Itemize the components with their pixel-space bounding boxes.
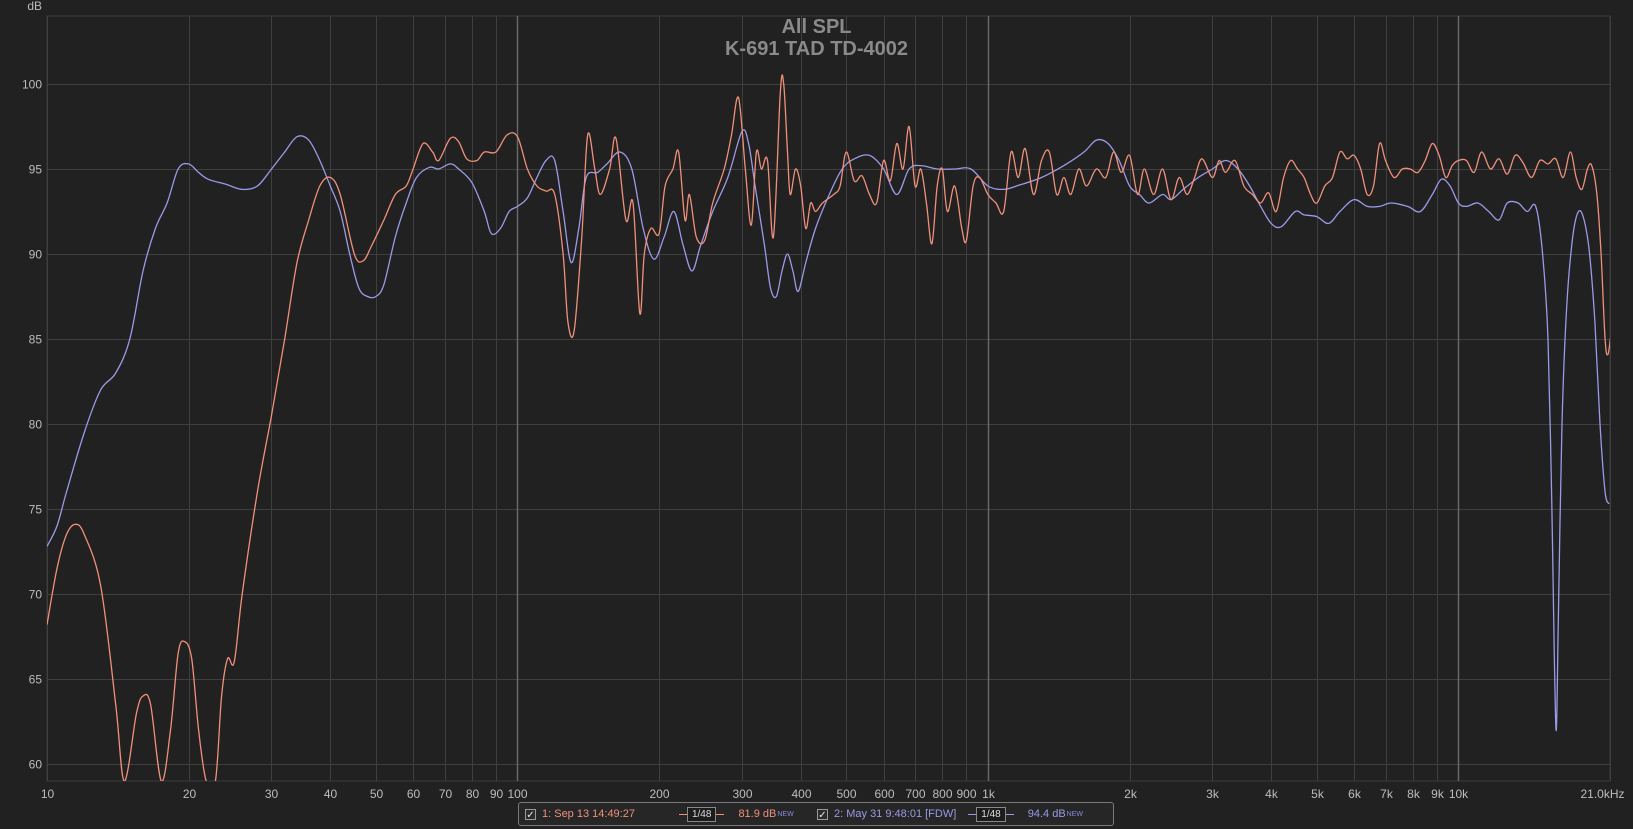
legend-1-level: 81.9 dB <box>738 808 777 820</box>
y-tick-label: 60 <box>29 758 43 772</box>
x-tick-label: 600 <box>874 787 894 801</box>
y-tick-label: 100 <box>22 78 42 92</box>
y-axis-label: dB <box>27 0 42 13</box>
x-tick-label: 90 <box>490 787 504 801</box>
x-tick-label: 80 <box>466 787 480 801</box>
legend-bar: ✓ 1: Sep 13 14:49:27 1/48 81.9 dB NEW ✓ … <box>518 802 1114 826</box>
y-tick-label: 75 <box>29 503 43 517</box>
y-tick-label: 95 <box>29 163 43 177</box>
y-tick-label: 80 <box>29 418 43 432</box>
x-tick-label: 700 <box>905 787 925 801</box>
x-tick-label: 10k <box>1449 787 1469 801</box>
x-tick-label: 40 <box>324 787 338 801</box>
legend-2-new-tag: NEW <box>1066 810 1084 818</box>
legend-2-level: 94.4 dB <box>1027 808 1066 820</box>
y-tick-label: 65 <box>29 673 43 687</box>
chart-subtitle: K-691 TAD TD-4002 <box>724 38 909 60</box>
x-tick-label: 60 <box>407 787 421 801</box>
x-tick-label: 8k <box>1407 787 1421 801</box>
x-tick-label: 800 <box>932 787 952 801</box>
legend-1-label: 1: Sep 13 14:49:27 <box>542 808 635 820</box>
x-tick-label: 10 <box>41 787 55 801</box>
series-line-2 <box>47 129 1610 732</box>
x-tick-label: 100 <box>507 787 527 801</box>
legend-entry-1[interactable]: ✓ 1: Sep 13 14:49:27 1/48 81.9 dB NEW <box>525 803 794 825</box>
x-tick-label: 1k <box>982 787 996 801</box>
legend-1-checkbox[interactable]: ✓ <box>525 808 536 821</box>
x-tick-label: 21.0kHz <box>1580 787 1624 801</box>
legend-1-smoothing[interactable]: 1/48 <box>678 806 726 822</box>
legend-2-smoothing[interactable]: 1/48 <box>968 806 1015 822</box>
x-tick-label: 900 <box>956 787 976 801</box>
legend-2-label: 2: May 31 9:48:01 [FDW] <box>834 808 957 820</box>
chart-tick-layer: 606570758085909510010 20 30 40 50 60 70 80 90 100… <box>22 0 1625 801</box>
x-tick-label: 7k <box>1380 787 1394 801</box>
x-tick-label: 20 <box>183 787 197 801</box>
x-tick-label: 2k <box>1124 787 1138 801</box>
legend-entry-2[interactable]: ✓ 2: May 31 9:48:01 [FDW] 1/48 94.4 dB N… <box>817 803 1083 825</box>
legend-1-new-tag: NEW <box>777 810 794 818</box>
x-tick-label: 9k <box>1431 787 1445 801</box>
spl-chart: 606570758085909510010 20 30 40 50 60 70 80 90 100… <box>22 0 1625 801</box>
x-tick-label: 5k <box>1311 787 1325 801</box>
y-tick-label: 70 <box>29 588 43 602</box>
x-tick-label: 50 <box>370 787 384 801</box>
chart-series-layer <box>47 74 1610 781</box>
y-tick-label: 90 <box>29 248 43 262</box>
x-tick-label: 30 <box>265 787 279 801</box>
chart-title: All SPL <box>781 16 852 38</box>
x-tick-label: 400 <box>791 787 811 801</box>
x-tick-label: 200 <box>649 787 669 801</box>
chart-grid <box>46 15 1611 782</box>
plot-frame <box>46 15 1611 782</box>
x-tick-label: 70 <box>439 787 453 801</box>
x-tick-label: 3k <box>1206 787 1220 801</box>
legend-2-checkbox[interactable]: ✓ <box>817 808 828 821</box>
y-tick-label: 85 <box>29 333 43 347</box>
x-tick-label: 500 <box>836 787 856 801</box>
x-tick-label: 6k <box>1348 787 1362 801</box>
series-line-1 <box>47 74 1610 781</box>
x-tick-label: 300 <box>732 787 752 801</box>
x-tick-label: 4k <box>1265 787 1279 801</box>
